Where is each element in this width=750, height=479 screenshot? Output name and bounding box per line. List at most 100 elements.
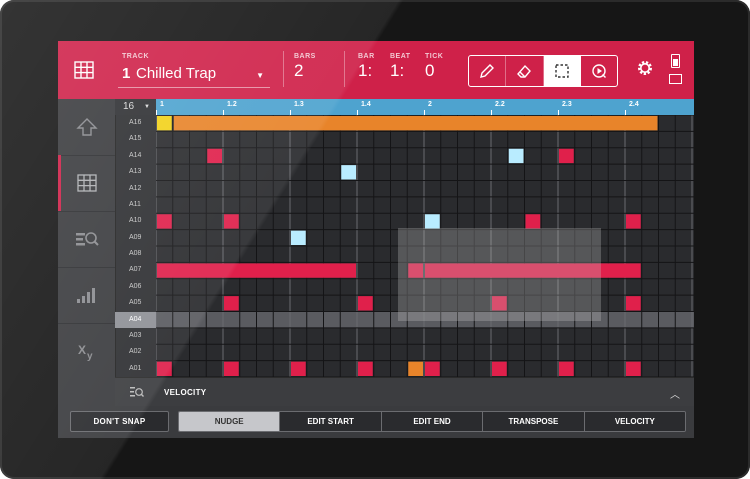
pencil-icon [480,64,495,78]
note-a01 [157,361,172,376]
row-label-a06[interactable]: A06 [115,279,156,295]
row-label-a12[interactable]: A12 [115,181,156,197]
note-a16 [173,116,658,131]
xy-icon: X y [78,343,93,361]
note-a01 [492,361,507,376]
row-label-a01[interactable]: A01 [115,361,156,377]
row-label-a13[interactable]: A13 [115,164,156,180]
divider [283,51,284,87]
note-a13 [341,165,356,180]
note-a01 [224,361,239,376]
note-a01 [358,361,373,376]
grid-row-bg [156,180,694,197]
svg-text:y: y [87,351,93,361]
tick-field[interactable]: TICK 0 [425,53,443,81]
grid-row-bg [156,131,694,148]
row-label-a04[interactable]: A04 [115,311,156,328]
play-icon [592,64,606,78]
beat-field[interactable]: BEAT 1: [390,53,411,81]
tick-value: 0 [425,61,435,80]
divider [344,51,345,87]
selection-rectangle[interactable] [398,228,601,321]
row-label-a14[interactable]: A14 [115,148,156,164]
battery-icon [671,54,680,68]
grid-row-bg [156,196,694,214]
grid-row-bg [156,164,694,181]
row-label-a09[interactable]: A09 [115,230,156,246]
row-label-a07[interactable]: A07 [115,262,156,278]
tool-selector [468,55,618,87]
grid-icon[interactable] [74,61,94,79]
row-label-a05[interactable]: A05 [115,295,156,311]
note-a01 [626,361,641,376]
row-label-a10[interactable]: A10 [115,213,156,229]
note-a05 [358,296,373,311]
note-a01 [291,361,306,376]
select-icon [554,64,569,78]
sidebar-item-xy[interactable]: X y [58,323,115,379]
row-label-a03[interactable]: A03 [115,328,156,344]
grid-row-bg [156,344,694,361]
eraser-icon [517,64,532,78]
row-label-a16[interactable]: A16 [115,115,156,131]
timeline-ruler[interactable]: 1 1.2 1.3 1.4 2 2.2 2.3 2.4 [156,99,694,115]
row-label-a02[interactable]: A02 [115,344,156,360]
note-a07 [157,263,356,278]
dont-snap-button[interactable]: DON'T SNAP [70,411,169,432]
edit-end-button[interactable]: EDIT END [381,412,484,431]
sidebar-item-grid[interactable] [58,155,115,212]
sidebar-item-up[interactable] [58,99,115,156]
chevron-down-icon: ▼ [256,71,264,80]
note-grid[interactable] [155,114,694,378]
track-name: Chilled Trap [136,65,217,82]
header-bar: TRACK 1 Chilled Trap ▼ BARS 2 BAR 1: BEA… [58,41,694,99]
grid-row-bg [156,147,694,165]
transpose-button[interactable]: TRANSPOSE [483,412,585,431]
quantize-selector[interactable]: 16 ▼ [115,99,156,115]
nudge-button[interactable]: NUDGE [179,412,281,431]
edit-mode-selector: NUDGE EDIT START EDIT END TRANSPOSE VELO… [178,411,686,432]
bars-field[interactable]: BARS 2 [294,53,316,81]
select-tool-button[interactable] [543,56,581,86]
note-a10 [626,214,641,229]
row-label-a15[interactable]: A15 [115,131,156,147]
monitor-icon[interactable] [669,74,682,84]
ruler-tick-label: 1.4 [361,101,371,108]
note-a14 [559,148,574,164]
chevron-up-icon[interactable]: ︿ [670,386,680,401]
note-a01 [425,361,440,376]
bars-value: 2 [294,61,304,80]
note-a14 [207,148,222,164]
row-label-a11[interactable]: A11 [115,197,156,213]
sidebar-item-zoom[interactable] [58,211,115,268]
chevron-down-icon: ▼ [144,104,150,110]
beat-label: BEAT [390,53,411,60]
tick-label: TICK [425,53,444,60]
zoom-icon[interactable] [130,386,144,400]
pencil-tool-button[interactable] [469,56,507,86]
row-label-a08[interactable]: A08 [115,246,156,262]
velocity-lane-bar[interactable]: VELOCITY ︿ [115,377,694,407]
track-number: 1 [122,65,131,82]
track-label: TRACK [122,53,149,60]
note-a05 [626,296,641,311]
bottom-bar: DON'T SNAP NUDGE EDIT START EDIT END TRA… [58,406,694,438]
track-selector[interactable]: TRACK 1 Chilled Trap ▼ [118,51,270,88]
sidebar-item-velocity[interactable] [58,267,115,324]
audition-tool-button[interactable] [581,56,617,86]
velocity-lane-label: VELOCITY [164,388,207,397]
ruler-tick-label: 1.3 [294,101,304,108]
ruler-tick-label: 1.2 [227,101,237,108]
ruler-tick-label: 2.4 [629,101,639,108]
eraser-tool-button[interactable] [506,56,544,86]
velocity-mode-button[interactable]: VELOCITY [584,412,685,431]
edit-start-button[interactable]: EDIT START [280,412,382,431]
pad-row-labels: A16 A15 A14 A13 A12 A11 A10 A09 A08 A07 A06 A05 A04 A… [115,115,156,377]
bar-field[interactable]: BAR 1: [358,53,375,81]
sidebar: X y [58,99,116,438]
gear-icon[interactable] [636,59,654,77]
ruler-tick-label: 1 [160,101,164,108]
bars-label: BARS [294,53,316,60]
ruler-tick-label: 2.3 [562,101,572,108]
arrow-up-icon [75,118,98,136]
